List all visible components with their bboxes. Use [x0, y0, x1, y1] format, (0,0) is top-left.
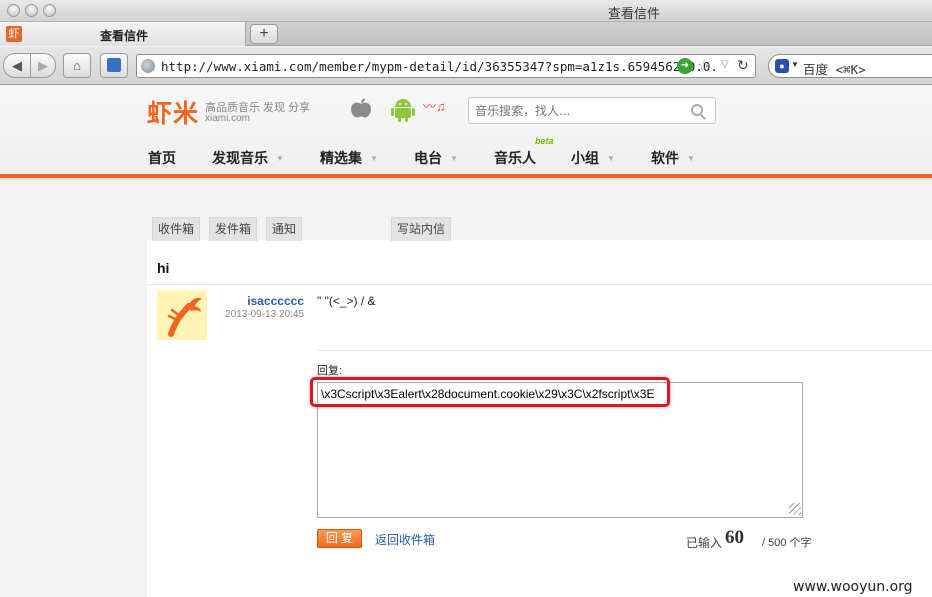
- chevron-down-icon[interactable]: ▼: [370, 154, 378, 163]
- tab-notifications[interactable]: 通知: [266, 217, 302, 241]
- music-note-icon: 〰♫: [423, 99, 446, 114]
- menu-item-home[interactable]: 首页: [148, 148, 176, 168]
- star-icon[interactable]: ☆: [697, 56, 711, 76]
- history-dropdown-icon[interactable]: ▽: [721, 59, 729, 70]
- tab-outbox[interactable]: 发件箱: [209, 217, 257, 241]
- chevron-down-icon[interactable]: ▼: [687, 154, 695, 163]
- message-body: " "(<_>) / &: [317, 294, 376, 308]
- message-date: 2013-09-13 20:45: [225, 309, 304, 320]
- back-to-inbox-link[interactable]: 返回收件箱: [375, 531, 435, 548]
- main-menu: 首页 发现音乐 ▼ 精选集 ▼ 电台 ▼ 音乐人 beta 小组 ▼ 软件 ▼: [0, 136, 932, 174]
- menu-item-software[interactable]: 软件 ▼: [651, 148, 695, 168]
- apple-icon[interactable]: [347, 98, 375, 120]
- url-text: http://www.xiami.com/member/mypm-detail/…: [161, 59, 718, 74]
- browser-tab[interactable]: 虾 查看信件: [0, 22, 246, 46]
- reply-label: 回复:: [317, 365, 343, 377]
- globe-icon: [141, 59, 155, 73]
- bookmark-icon: [107, 58, 121, 72]
- watermark: www.wooyun.org: [793, 579, 913, 595]
- baidu-paw-icon: ●: [775, 59, 789, 73]
- site-search-box[interactable]: [468, 97, 716, 124]
- site-domain: xiami.com: [205, 113, 251, 124]
- forward-button[interactable]: ▶: [30, 53, 56, 78]
- reply-divider: [317, 350, 932, 351]
- subject-divider: [147, 284, 932, 285]
- sender-name[interactable]: isacccccc: [200, 294, 304, 308]
- bookmark-button[interactable]: [100, 53, 128, 78]
- reply-submit-button[interactable]: 回 复: [317, 529, 362, 548]
- home-icon: ⌂: [73, 58, 81, 73]
- window-title: 查看信件: [607, 6, 660, 21]
- site-search-input[interactable]: [469, 98, 684, 123]
- char-count-value: 60: [725, 527, 744, 548]
- menu-item-musicians[interactable]: 音乐人: [494, 148, 536, 168]
- menu-item-discover[interactable]: 发现音乐 ▼: [212, 148, 284, 168]
- browser-search-box[interactable]: ● ▼ 百度 <⌘K>: [768, 54, 932, 78]
- menu-item-collections[interactable]: 精选集 ▼: [320, 148, 378, 168]
- chevron-down-icon[interactable]: ▼: [791, 60, 799, 69]
- reload-icon[interactable]: ↻: [737, 57, 749, 74]
- menu-item-radio[interactable]: 电台 ▼: [414, 148, 458, 168]
- char-count-prefix: 已输入: [686, 536, 723, 550]
- message-subject: hi: [157, 260, 170, 276]
- tab-compose[interactable]: 写站内信: [391, 217, 451, 241]
- forward-icon: ▶: [38, 58, 48, 73]
- beta-badge: beta: [535, 136, 554, 146]
- tab-title: 查看信件: [100, 29, 149, 43]
- site-logo[interactable]: 虾米: [147, 94, 199, 130]
- header-divider-shadow: [0, 178, 932, 181]
- tab-inbox[interactable]: 收件箱: [152, 217, 200, 241]
- go-icon[interactable]: ➜: [677, 58, 693, 74]
- back-button[interactable]: ◀: [3, 53, 31, 78]
- char-count-limit: / 500 个字: [762, 537, 812, 549]
- browser-toolbar: ◀ ▶ ⌂ http://www.xiami.com/member/mypm-d…: [0, 47, 932, 85]
- android-icon[interactable]: [388, 95, 418, 123]
- back-icon: ◀: [12, 58, 22, 73]
- search-placeholder: 百度 <⌘K>: [803, 62, 866, 77]
- menu-item-groups[interactable]: 小组 ▼: [571, 148, 615, 168]
- address-bar[interactable]: http://www.xiami.com/member/mypm-detail/…: [136, 54, 756, 78]
- window-titlebar: 查看信件: [0, 0, 932, 22]
- tab-bar: 虾 查看信件 +: [0, 22, 932, 46]
- chevron-down-icon[interactable]: ▼: [276, 154, 284, 163]
- search-icon[interactable]: [691, 104, 703, 116]
- home-button[interactable]: ⌂: [63, 53, 91, 78]
- xiami-favicon-icon: 虾: [6, 26, 22, 42]
- resize-grip-icon[interactable]: [789, 503, 801, 515]
- chevron-down-icon[interactable]: ▼: [607, 154, 615, 163]
- new-tab-button[interactable]: +: [250, 24, 278, 44]
- reply-textarea[interactable]: \x3Cscript\x3Ealert\x28document.cookie\x…: [317, 382, 803, 518]
- chevron-down-icon[interactable]: ▼: [450, 154, 458, 163]
- site-header: 虾米 高品质音乐 发现 分享 xiami.com 〰♫ 首页 发现音乐▼ 精选集…: [0, 86, 932, 176]
